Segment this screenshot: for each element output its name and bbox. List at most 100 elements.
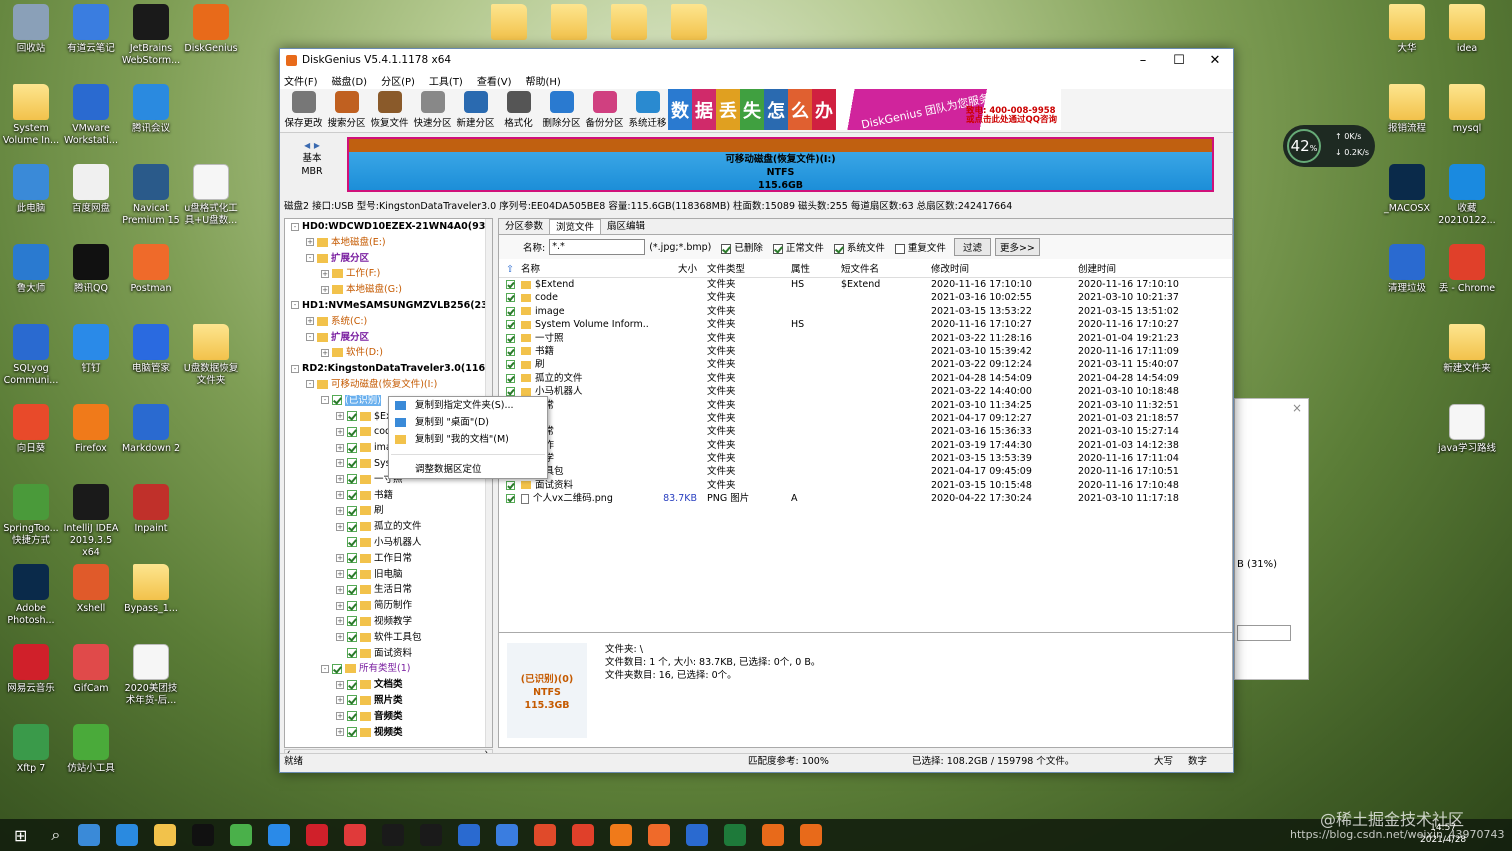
desktop-icon-item[interactable]: 此电脑 (0, 164, 62, 215)
row-checkbox[interactable] (499, 318, 521, 331)
taskbar-app-icon[interactable] (686, 824, 709, 846)
desktop-icon-item[interactable]: idea (1436, 4, 1498, 55)
tree-node[interactable]: + 视频教学 (285, 614, 492, 630)
tool-button[interactable]: 格式化 (497, 91, 540, 132)
tree-node[interactable]: + 系统(C:) (285, 314, 492, 330)
tree-checkbox[interactable] (347, 553, 357, 564)
tree-node[interactable]: - HD1:NVMeSAMSUNGMZVLB256(238 (285, 298, 492, 314)
column-header[interactable]: 文件类型 (703, 262, 791, 277)
desktop-icon-item[interactable]: 有道云笔记 (60, 4, 122, 55)
desktop-icon-item[interactable]: Xshell (60, 564, 122, 615)
taskbar-app-icon[interactable] (724, 824, 747, 846)
taskbar-app-icon[interactable] (116, 824, 139, 846)
search-icon[interactable]: ⌕ (51, 825, 60, 845)
tree-node[interactable]: + 书籍 (285, 488, 492, 504)
tool-button[interactable]: 快速分区 (411, 91, 454, 132)
desktop-icon-item[interactable]: 腾讯QQ (60, 244, 122, 295)
table-row[interactable]: 脑文件夹2021-04-17 09:12:272021-01-03 21:18:… (499, 412, 1232, 425)
tree-checkbox[interactable] (347, 616, 357, 627)
taskbar-app-icon[interactable] (192, 824, 215, 846)
desktop-icon-item[interactable]: SpringToo... 快捷方式 (0, 484, 62, 547)
more-button[interactable]: 更多>> (994, 238, 1040, 256)
desktop-icon-item[interactable]: _MACOSX (1376, 164, 1438, 215)
tree-checkbox[interactable] (332, 395, 342, 406)
table-row[interactable]: 书籍 文件夹 2021-03-10 15:39:42 2020-11-16 17:11… (499, 345, 1232, 358)
table-row[interactable]: 个人vx二维码.png 83.7KB PNG 图片 A 2020-04-22 17:30… (499, 492, 1232, 505)
name-filter-input[interactable]: *.* (549, 239, 646, 255)
tree-checkbox[interactable] (347, 426, 357, 437)
column-header[interactable]: 属性 (791, 262, 841, 277)
tree-node[interactable]: 小马机器人 (285, 535, 492, 551)
tree-node[interactable]: - 可移动磁盘(恢复文件)(I:) (285, 377, 492, 393)
column-header[interactable]: 短文件名 (841, 262, 931, 277)
desktop-icon-item[interactable]: U盘数据恢复文件夹 (180, 324, 242, 387)
tree-node[interactable]: + 文档类 (285, 677, 492, 693)
desktop-icon-item[interactable]: 网易云音乐 (0, 644, 62, 695)
table-row[interactable]: 教学文件夹2021-03-15 13:53:392020-11-16 17:11… (499, 452, 1232, 465)
desktop-icon-item[interactable]: Xftp 7 (0, 724, 62, 775)
tree-checkbox[interactable] (332, 663, 342, 674)
tree-node[interactable]: + 音频类 (285, 709, 492, 725)
minimize-icon[interactable]: – (1125, 53, 1161, 68)
collapse-icon[interactable]: - (321, 664, 329, 673)
taskbar-app-icon[interactable] (420, 824, 443, 846)
menu-item[interactable]: 文件(F) (284, 73, 318, 88)
filter-checkbox[interactable] (833, 243, 844, 254)
collapse-icon[interactable]: - (291, 222, 299, 231)
desktop-icon-item[interactable]: 鲁大师 (0, 244, 62, 295)
expand-icon[interactable]: + (336, 585, 344, 594)
column-header[interactable]: 名称 (521, 262, 649, 277)
taskbar-app-icon[interactable] (458, 824, 481, 846)
tree-checkbox[interactable] (347, 695, 357, 706)
tree-node[interactable]: + 本地磁盘(G:) (285, 282, 492, 298)
tree-node[interactable]: + 软件(D:) (285, 345, 492, 361)
desktop-icon-item[interactable]: 清理垃圾 (1376, 244, 1438, 295)
desktop-icon-item[interactable]: System Volume In... (0, 84, 62, 147)
start-icon[interactable]: ⊞ (14, 826, 27, 845)
expand-icon[interactable]: + (336, 601, 344, 610)
table-row[interactable]: 制作文件夹2021-03-19 17:44:302021-01-03 14:12… (499, 439, 1232, 452)
expand-icon[interactable]: + (306, 317, 314, 326)
maximize-icon[interactable]: ☐ (1161, 53, 1197, 68)
tab-0[interactable]: 分区参数 (499, 219, 549, 234)
tree-checkbox[interactable] (347, 505, 357, 516)
tree-node[interactable]: - HD0:WDCWD10EZEX-21WN4A0(932 (285, 219, 492, 235)
expand-icon[interactable]: + (336, 617, 344, 626)
table-row[interactable]: 工具包 文件夹 2021-04-17 09:45:09 2020-11-16 17:1… (499, 465, 1232, 478)
taskbar-app-icon[interactable] (306, 824, 329, 846)
collapse-icon[interactable]: - (321, 396, 329, 405)
row-checkbox[interactable] (499, 358, 521, 371)
desktop-icon-item[interactable]: u盘格式化工具+U盘数... (180, 164, 242, 227)
tree-node[interactable]: - 扩展分区 (285, 330, 492, 346)
desktop-icon-item[interactable]: Bypass_1... (120, 564, 182, 615)
desktop-icon-item[interactable]: SQLyog Communi... (0, 324, 62, 387)
collapse-icon[interactable]: - (306, 380, 314, 389)
table-row[interactable]: 一寸照 文件夹 2021-03-22 11:28:16 2021-01-04 19:2… (499, 332, 1232, 345)
desktop-icon-item[interactable]: 收藏 20210122... (1436, 164, 1498, 227)
desktop-icon-item[interactable]: 回收站 (0, 4, 62, 55)
desktop-icon-item[interactable]: 仿站小工具 (60, 724, 122, 775)
column-header[interactable]: 创建时间 (1078, 262, 1228, 277)
disk-nav-arrows-icon[interactable]: ◂ ▸ (290, 139, 334, 152)
partition-block[interactable]: 可移动磁盘(恢复文件)(I:) NTFS 115.6GB (347, 137, 1214, 192)
expand-icon[interactable]: + (336, 443, 344, 452)
taskbar-app-icon[interactable] (344, 824, 367, 846)
taskbar-app-icon[interactable] (78, 824, 101, 846)
desktop-icon-item[interactable]: Inpaint (120, 484, 182, 535)
desktop-icon-item[interactable] (478, 4, 540, 43)
tree-node[interactable]: - 所有类型(1) (285, 661, 492, 677)
tree-node[interactable]: + 工作日常 (285, 551, 492, 567)
menu-item[interactable]: 查看(V) (477, 73, 512, 88)
tree-node[interactable]: + 本地磁盘(E:) (285, 235, 492, 251)
desktop-icon-item[interactable]: 钉钉 (60, 324, 122, 375)
clock[interactable]: 14:57 2021/4/28 (1420, 822, 1466, 846)
column-header[interactable]: 修改时间 (931, 262, 1078, 277)
tree-node[interactable]: + 刷 (285, 503, 492, 519)
row-checkbox[interactable] (499, 372, 521, 385)
menu-item[interactable]: 磁盘(D) (332, 73, 368, 88)
tool-button[interactable]: 备份分区 (583, 91, 626, 132)
tree-checkbox[interactable] (347, 474, 357, 485)
filter-checkbox[interactable] (894, 243, 905, 254)
desktop-icon-item[interactable]: 电脑管家 (120, 324, 182, 375)
collapse-icon[interactable]: - (306, 254, 314, 263)
